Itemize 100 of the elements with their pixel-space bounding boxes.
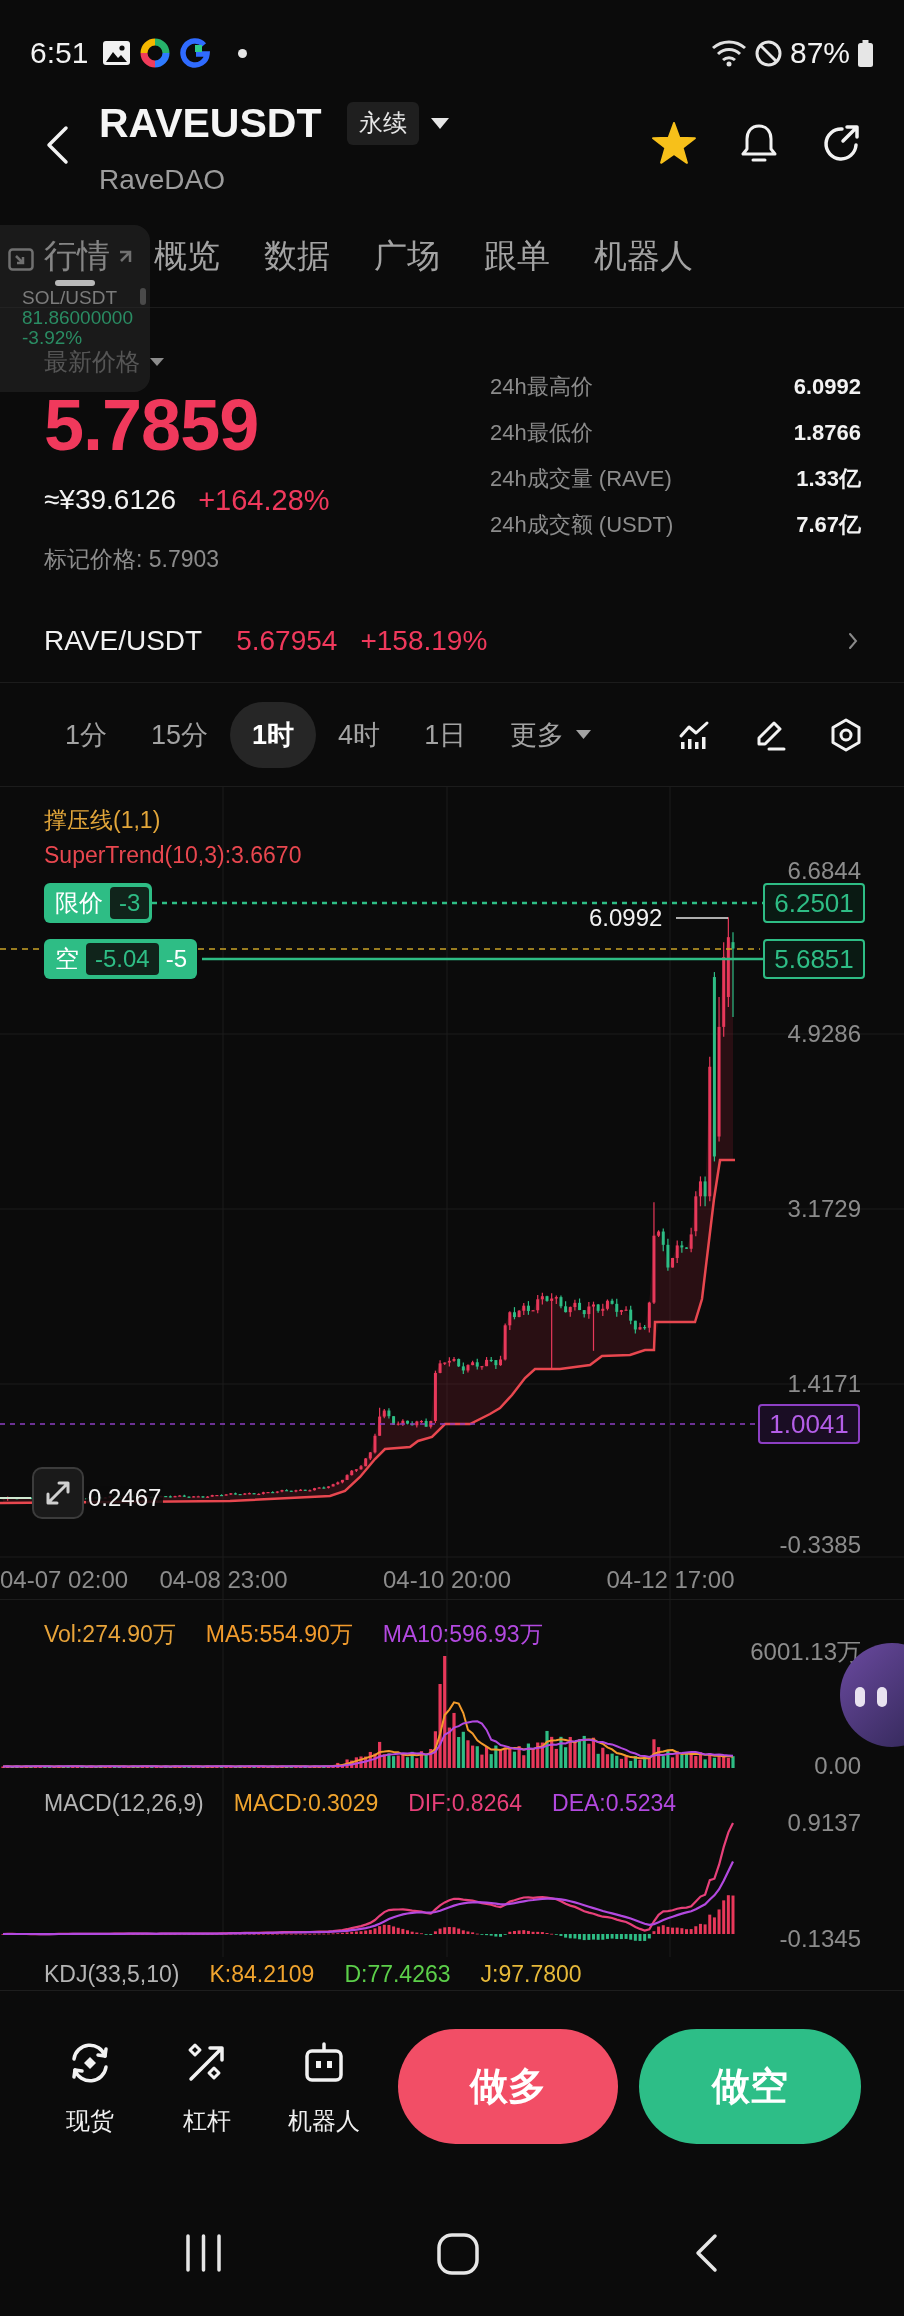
home-icon[interactable] (437, 2233, 479, 2275)
stat-label: 24h成交量 (RAVE) (490, 465, 672, 493)
position-quantity: -5 (165, 945, 188, 973)
mini-pair: SOL/USDT (22, 288, 118, 308)
order-type-label: 限价 (55, 889, 103, 917)
nav-tab[interactable]: 广场 (374, 235, 440, 276)
timeframe-tab[interactable]: 1日 (402, 701, 489, 768)
chevron-icon[interactable] (848, 632, 858, 650)
shortcut-button[interactable]: 杠杆 (148, 2029, 266, 2135)
nav-tab[interactable]: 跟单 (484, 235, 550, 276)
spot-pair: RAVE/USDT (44, 625, 203, 657)
notification-dot-icon (238, 48, 248, 58)
caret-icon[interactable] (150, 358, 164, 366)
timeframe-tab[interactable]: 1分 (43, 701, 130, 768)
order-price-tag: 5.6851 (763, 939, 865, 979)
high-price-label: 6.0992 (588, 906, 664, 930)
price-axis-label: 3.1729 (787, 1197, 861, 1221)
bell-icon[interactable] (739, 122, 779, 164)
kdj-legend: D:77.4263 (344, 1961, 451, 1986)
indicator-label: SuperTrend(10,3):3.6670 (44, 843, 302, 867)
timeframe-tab[interactable]: 1时 (230, 701, 317, 768)
kdj-legend: KDJ(33,5,10) (44, 1961, 180, 1986)
volume-axis-label: 0.00 (814, 1754, 861, 1778)
shortcut-button[interactable]: 机器人 (265, 2029, 384, 2135)
mini-price: 81.86000000 (22, 308, 133, 328)
shortcut-button[interactable]: 现货 (31, 2029, 149, 2135)
timeframe-tab[interactable]: 4时 (316, 701, 403, 768)
caret-icon[interactable] (431, 117, 450, 129)
position-pnl: -5.04 (86, 943, 159, 975)
recent-apps-icon[interactable] (185, 2233, 222, 2273)
stat-value: 7.67亿 (796, 511, 861, 539)
indicator-label: 撑压线(1,1) (44, 808, 161, 832)
volume-legend: MA5:554.90万 (205, 1622, 353, 1646)
more-button[interactable]: 更多 (488, 701, 614, 768)
symbol-title: RAVEUSDT (99, 100, 322, 146)
position-tag[interactable]: 空 -5.04 -5 (44, 939, 198, 979)
time-axis-label: 04-08 23:00 (159, 1568, 288, 1592)
nav-tab[interactable]: 数据 (264, 235, 330, 276)
pinwheel-icon (140, 38, 171, 68)
low-leader-line (0, 1497, 32, 1499)
volume-legend: MA10:596.93万 (382, 1622, 543, 1646)
macd-axis-label: -0.1345 (779, 1927, 861, 1951)
stat-label: 24h成交额 (USDT) (490, 511, 674, 539)
drag-handle-icon[interactable] (55, 280, 95, 286)
price-axis-label: -0.3385 (779, 1533, 861, 1557)
back-icon[interactable] (694, 2233, 718, 2273)
time-axis-label: 04-12 17:00 (606, 1568, 735, 1592)
spot-price: 5.67954 (236, 625, 338, 657)
macd-legend: MACD(12,26,9) (44, 1791, 204, 1815)
battery-percent: 87% (789, 36, 850, 70)
contract-type-badge[interactable]: 永续 (347, 101, 420, 145)
time-axis-label: 04-07 02:00 (0, 1568, 129, 1592)
settings-icon[interactable] (830, 717, 862, 752)
order-price-tag: 6.2501 (763, 883, 865, 923)
share-icon[interactable] (821, 123, 861, 163)
status-time: 6:51 (30, 36, 89, 70)
limit-order-tag[interactable]: 限价 -3 (44, 883, 153, 923)
stat-value: 1.33亿 (796, 465, 861, 493)
volume-legend: Vol:274.90万 (44, 1622, 176, 1646)
star-icon[interactable] (651, 122, 697, 164)
last-price: 5.7859 (44, 396, 259, 454)
resize-handle-icon[interactable] (140, 288, 146, 305)
project-name: RaveDAO (99, 164, 226, 196)
cny-price: ≈¥39.6126 (44, 484, 177, 516)
stat-value: 6.0992 (793, 374, 861, 400)
macd-axis-label: 0.9137 (787, 1811, 861, 1835)
fullscreen-icon[interactable] (32, 1467, 84, 1519)
time-axis-label: 04-10 20:00 (382, 1568, 512, 1592)
mini-change: -3.92% (22, 328, 83, 348)
macd-legend: MACD:0.3029 (233, 1791, 379, 1815)
high-leader-line (675, 917, 729, 919)
stat-label: 24h最高价 (490, 373, 593, 401)
gallery-icon (103, 41, 131, 65)
last-price-label: 最新价格 (44, 350, 140, 374)
mark-price: 标记价格: 5.7903 (44, 546, 220, 572)
blocked-icon (754, 39, 782, 67)
position-side-label: 空 (55, 945, 79, 973)
nav-tab[interactable]: 概览 (154, 235, 220, 276)
price-axis-label: 4.9286 (787, 1022, 861, 1046)
nav-tab[interactable]: 机器人 (594, 235, 693, 276)
arc-logo-icon (180, 38, 211, 68)
price-axis-label: 1.4171 (787, 1372, 861, 1396)
price-change: +164.28% (198, 483, 330, 517)
macd-legend: DEA:0.5234 (552, 1791, 677, 1815)
timeframe-tab[interactable]: 15分 (129, 701, 231, 768)
stat-value: 1.8766 (793, 420, 861, 446)
kdj-legend: J:97.7800 (480, 1961, 582, 1986)
indicator-icon[interactable] (678, 719, 710, 750)
macd-legend: DIF:0.8264 (408, 1791, 523, 1815)
nav-tab[interactable]: 行情 (44, 235, 110, 276)
picture-in-picture-icon[interactable] (8, 248, 34, 271)
kdj-legend: K:84.2109 (209, 1961, 315, 1986)
caret-icon (576, 730, 592, 739)
price-axis-label: 6.6844 (787, 859, 861, 883)
stat-label: 24h最低价 (490, 419, 593, 447)
battery-icon (858, 39, 873, 67)
order-quantity: -3 (110, 887, 150, 919)
alert-price-tag: 1.0041 (758, 1404, 860, 1444)
back-icon[interactable] (45, 125, 69, 165)
spot-change: +158.19% (360, 625, 488, 657)
